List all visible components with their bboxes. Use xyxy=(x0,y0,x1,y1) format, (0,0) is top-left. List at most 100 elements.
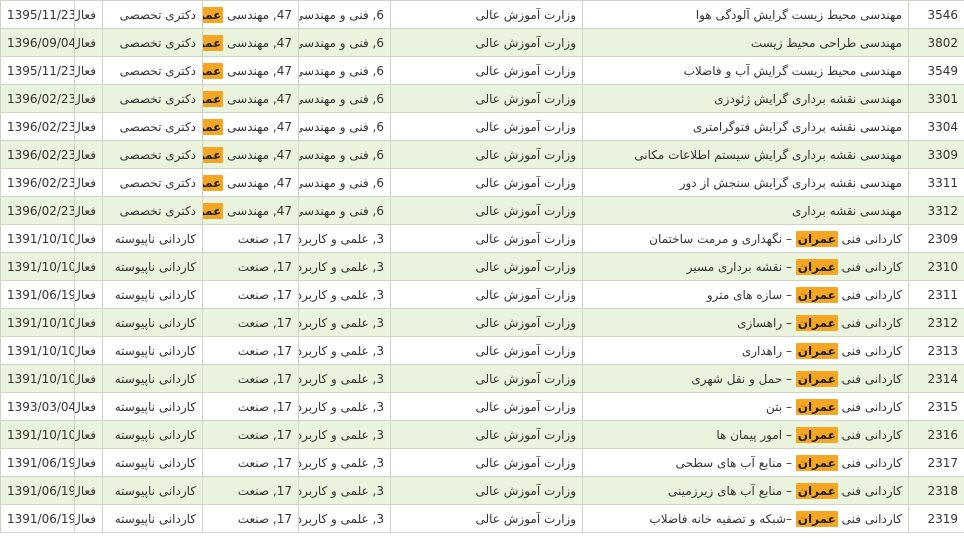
highlight-term: عمران xyxy=(795,258,838,275)
cell-field-name[interactable]: کاردانی فنی عمران – نگهداری و مرمت ساختم… xyxy=(582,224,909,253)
table-row[interactable]: 2317 کاردانی فنی عمران – منابع آب های سطح… xyxy=(0,448,964,477)
cell-field-name[interactable]: مهندسی نقشه برداری گرایش فتوگرامتری xyxy=(582,112,909,141)
cell-code: 3311 xyxy=(908,168,964,197)
subgroup-text: 17, صنعت xyxy=(237,511,292,526)
org-text: وزارت آموزش عالی xyxy=(475,147,576,162)
code-text: 2318 xyxy=(927,483,958,498)
level-text: دکتری تخصصی xyxy=(119,91,196,106)
cell-field-name[interactable]: کاردانی فنی عمران – سازه های مترو xyxy=(582,280,909,309)
table-row[interactable]: 2313 کاردانی فنی عمران – راهداری وزارت آمو… xyxy=(0,336,964,365)
cell-degree-level: کاردانی ناپیوسته xyxy=(102,336,203,365)
cell-field-name[interactable]: کاردانی فنی عمران – نقشه برداری مسیر xyxy=(582,252,909,281)
cell-group: 3, علمی و کاربردی xyxy=(298,280,391,309)
cell-organization: وزارت آموزش عالی xyxy=(390,112,583,141)
table-row[interactable]: 3304 مهندسی نقشه برداری گرایش فتوگرامتری و… xyxy=(0,112,964,141)
cell-status: فعال xyxy=(74,84,103,113)
cell-code: 3301 xyxy=(908,84,964,113)
cell-code: 2309 xyxy=(908,224,964,253)
table-row[interactable]: 2316 کاردانی فنی عمران – امور پیمان ها وزا… xyxy=(0,420,964,449)
cell-field-name[interactable]: مهندسی نقشه برداری گرایش ژئودزی xyxy=(582,84,909,113)
subgroup-text: 47, مهندسی xyxy=(223,119,292,134)
table-row[interactable]: 3546 مهندسی محیط زیست گرایش آلودگی هوا وزا… xyxy=(0,0,964,29)
table-row[interactable]: 2315 کاردانی فنی عمران – بتن وزارت آموزش ع… xyxy=(0,392,964,421)
subgroup-text: 17, صنعت xyxy=(237,427,292,442)
cell-field-name[interactable]: مهندسی محیط زیست گرایش آب و فاضلاب xyxy=(582,56,909,85)
code-text: 3312 xyxy=(927,203,958,218)
cell-field-name[interactable]: مهندسی طراحی محیط زیست xyxy=(582,28,909,57)
date-text: 1391/10/10 xyxy=(7,231,75,246)
table-row[interactable]: 2319 کاردانی فنی عمران –شبکه و تصفیه خانه… xyxy=(0,504,964,533)
table-row[interactable]: 3549 مهندسی محیط زیست گرایش آب و فاضلاب وز… xyxy=(0,56,964,85)
cell-field-name[interactable]: مهندسی نقشه برداری گرایش سنجش از دور xyxy=(582,168,909,197)
cell-field-name[interactable]: کاردانی فنی عمران – امور پیمان ها xyxy=(582,420,909,449)
cell-date: 1395/11/23 xyxy=(0,56,75,85)
cell-group: 3, علمی و کاربردی xyxy=(298,224,391,253)
cell-field-name[interactable]: کاردانی فنی عمران – راهسازی xyxy=(582,308,909,337)
group-text: 3, علمی و کاربردی xyxy=(300,511,385,526)
status-text: فعال xyxy=(76,483,97,498)
group-text: 3, علمی و کاربردی xyxy=(300,343,385,358)
cell-organization: وزارت آموزش عالی xyxy=(390,224,583,253)
org-text: وزارت آموزش عالی xyxy=(475,483,576,498)
cell-field-name[interactable]: مهندسی محیط زیست گرایش آلودگی هوا xyxy=(582,0,909,29)
cell-group: 6, فنی و مهندسی xyxy=(298,84,391,113)
cell-field-name[interactable]: مهندسی نقشه برداری xyxy=(582,196,909,225)
name-text: مهندسی نقشه برداری گرایش سنجش از دور xyxy=(679,175,902,190)
cell-degree-level: کاردانی ناپیوسته xyxy=(102,448,203,477)
table-row[interactable]: 3311 مهندسی نقشه برداری گرایش سنجش از دور… xyxy=(0,168,964,197)
cell-code: 3309 xyxy=(908,140,964,169)
cell-group: 3, علمی و کاربردی xyxy=(298,364,391,393)
date-text: 1391/06/19 xyxy=(7,455,75,470)
cell-field-name[interactable]: کاردانی فنی عمران –شبکه و تصفیه خانه فاض… xyxy=(582,504,909,533)
level-text: کاردانی ناپیوسته xyxy=(114,231,196,246)
cell-degree-level: کاردانی ناپیوسته xyxy=(102,224,203,253)
cell-field-name[interactable]: کاردانی فنی عمران – بتن xyxy=(582,392,909,421)
cell-date: 1391/10/10 xyxy=(0,364,75,393)
table-row[interactable]: 3309 مهندسی نقشه برداری گرایش سیستم اطلاع… xyxy=(0,140,964,169)
table-row[interactable]: 2310 کاردانی فنی عمران – نقشه برداری مسیر… xyxy=(0,252,964,281)
cell-field-name[interactable]: کاردانی فنی عمران – منابع آب های سطحی xyxy=(582,448,909,477)
cell-group: 3, علمی و کاربردی xyxy=(298,476,391,505)
status-text: فعال xyxy=(76,63,97,78)
cell-field-name[interactable]: کاردانی فنی عمران – منابع آب های زیرزمین… xyxy=(582,476,909,505)
level-text: دکتری تخصصی xyxy=(119,203,196,218)
org-text: وزارت آموزش عالی xyxy=(475,315,576,330)
table-row[interactable]: 2318 کاردانی فنی عمران – منابع آب های زیر… xyxy=(0,476,964,505)
level-text: کاردانی ناپیوسته xyxy=(114,343,196,358)
cell-group: 3, علمی و کاربردی xyxy=(298,308,391,337)
code-text: 2310 xyxy=(927,259,958,274)
table-row[interactable]: 3301 مهندسی نقشه برداری گرایش ژئودزی وزارت… xyxy=(0,84,964,113)
highlight-term: عمران xyxy=(795,482,838,499)
cell-code: 2313 xyxy=(908,336,964,365)
cell-field-name[interactable]: کاردانی فنی عمران – حمل و نقل شهری xyxy=(582,364,909,393)
table-row[interactable]: 2309 کاردانی فنی عمران – نگهداری و مرمت س… xyxy=(0,224,964,253)
cell-subgroup: 47, مهندسی عمران xyxy=(202,56,299,85)
table-row[interactable]: 2311 کاردانی فنی عمران – سازه های مترو وزا… xyxy=(0,280,964,309)
table-row[interactable]: 3312 مهندسی نقشه برداری وزارت آموزش عالی 6,… xyxy=(0,196,964,225)
name-text: کاردانی فنی xyxy=(837,483,902,498)
cell-subgroup: 17, صنعت xyxy=(202,224,299,253)
cell-degree-level: دکتری تخصصی xyxy=(102,0,203,29)
cell-subgroup: 47, مهندسی عمران xyxy=(202,140,299,169)
status-text: فعال xyxy=(76,343,97,358)
group-text: 3, علمی و کاربردی xyxy=(300,231,385,246)
table-row[interactable]: 2312 کاردانی فنی عمران – راهسازی وزارت آمو… xyxy=(0,308,964,337)
highlight-term: عمران xyxy=(795,370,838,387)
cell-date: 1391/10/10 xyxy=(0,224,75,253)
cell-field-name[interactable]: مهندسی نقشه برداری گرایش سیستم اطلاعات م… xyxy=(582,140,909,169)
cell-field-name[interactable]: کاردانی فنی عمران – راهداری xyxy=(582,336,909,365)
table-row[interactable]: 3802 مهندسی طراحی محیط زیست وزارت آموزش عا… xyxy=(0,28,964,57)
cell-subgroup: 47, مهندسی عمران xyxy=(202,84,299,113)
subgroup-text: 47, مهندسی xyxy=(223,175,292,190)
results-table: 3546 مهندسی محیط زیست گرایش آلودگی هوا وزا… xyxy=(0,0,964,533)
cell-date: 1396/02/23 xyxy=(0,196,75,225)
highlight-term: عمران xyxy=(203,6,224,23)
cell-degree-level: کاردانی ناپیوسته xyxy=(102,280,203,309)
group-text: 6, فنی و مهندسی xyxy=(298,91,385,106)
level-text: دکتری تخصصی xyxy=(119,119,196,134)
level-text: کاردانی ناپیوسته xyxy=(114,259,196,274)
date-text: 1396/02/23 xyxy=(7,175,75,190)
cell-group: 3, علمی و کاربردی xyxy=(298,336,391,365)
name-text: کاردانی فنی xyxy=(837,371,902,386)
table-row[interactable]: 2314 کاردانی فنی عمران – حمل و نقل شهری وز… xyxy=(0,364,964,393)
